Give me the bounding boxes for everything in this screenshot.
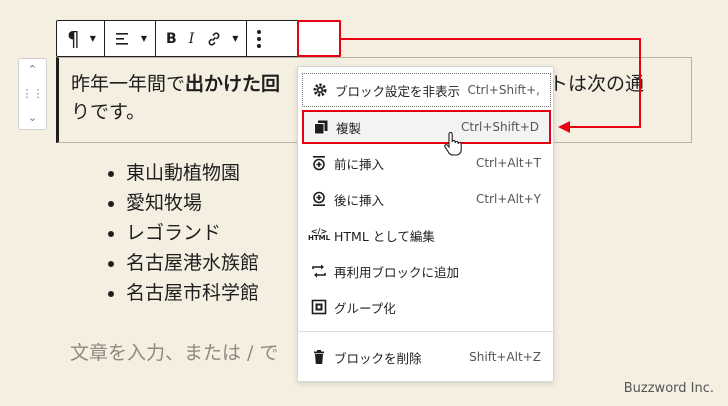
hand-cursor-icon bbox=[444, 132, 462, 156]
annotation-arrow bbox=[341, 38, 641, 133]
watermark: Buzzword Inc. bbox=[623, 381, 714, 396]
